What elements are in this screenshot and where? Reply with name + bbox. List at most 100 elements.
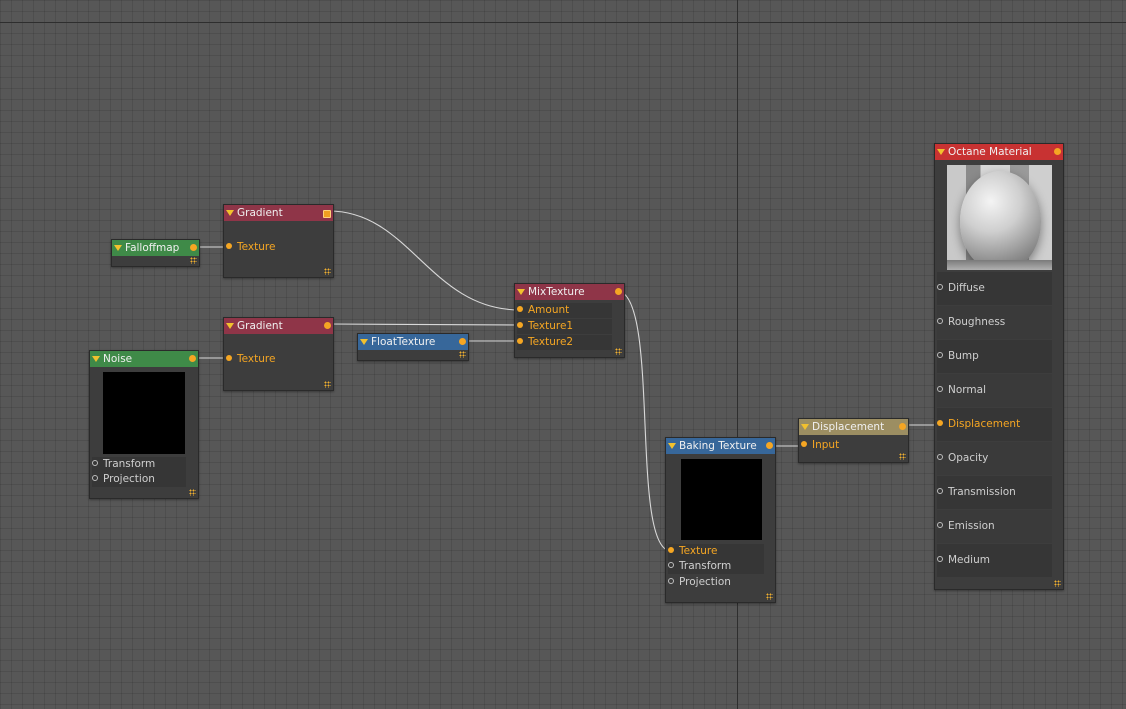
input-port[interactable] (226, 243, 232, 249)
input-port[interactable] (517, 338, 523, 344)
displacement-node[interactable]: Displacement Input (798, 418, 909, 463)
baking-preview (681, 459, 762, 540)
input-port[interactable] (226, 355, 232, 361)
output-port[interactable] (324, 322, 331, 329)
input-port[interactable] (937, 352, 943, 358)
collapse-triangle-icon[interactable] (114, 245, 122, 251)
output-port[interactable] (615, 288, 622, 295)
node-title: Gradient (237, 207, 283, 219)
output-port[interactable] (899, 423, 906, 430)
input-normal[interactable]: Normal (937, 374, 1052, 407)
input-transform[interactable]: Transform (668, 559, 764, 574)
resize-handle-icon[interactable] (1054, 580, 1061, 587)
node-title: Octane Material (948, 146, 1032, 158)
node-header[interactable]: Noise (90, 351, 198, 367)
resize-handle-icon[interactable] (324, 381, 331, 388)
input-texture[interactable]: Texture (668, 544, 764, 559)
input-projection[interactable]: Projection (92, 472, 186, 487)
node-title: FloatTexture (371, 336, 436, 348)
output-port[interactable] (189, 355, 196, 362)
input-port[interactable] (668, 562, 674, 568)
collapse-triangle-icon[interactable] (937, 149, 945, 155)
falloffmap-node[interactable]: Falloffmap (111, 239, 200, 267)
node-title: Falloffmap (125, 242, 180, 254)
node-title: Gradient (237, 320, 283, 332)
input-port[interactable] (517, 306, 523, 312)
input-bump[interactable]: Bump (937, 340, 1052, 373)
wire-gradient1-to-mix-amount (328, 210, 521, 311)
collapse-triangle-icon[interactable] (226, 210, 234, 216)
input-port[interactable] (937, 522, 943, 528)
baking-texture-node[interactable]: Baking Texture Texture Transform Project… (665, 437, 776, 603)
resize-handle-icon[interactable] (189, 489, 196, 496)
input-roughness[interactable]: Roughness (937, 306, 1052, 339)
input-medium[interactable]: Medium (937, 544, 1052, 577)
collapse-triangle-icon[interactable] (226, 323, 234, 329)
node-header[interactable]: Baking Texture (666, 438, 775, 454)
input-transform[interactable]: Transform (92, 457, 186, 472)
input-transmission[interactable]: Transmission (937, 476, 1052, 509)
wire-mix-to-baking-texture (618, 290, 672, 552)
preview-floor (947, 259, 1052, 270)
output-port[interactable] (459, 338, 466, 345)
gradient-node-top[interactable]: Gradient Texture (223, 204, 334, 278)
canvas-horizontal-axis (0, 22, 1126, 23)
input-port[interactable] (937, 420, 943, 426)
input-emission[interactable]: Emission (937, 510, 1052, 543)
node-header[interactable]: Octane Material (935, 144, 1063, 160)
input-port[interactable] (937, 454, 943, 460)
resize-handle-icon[interactable] (190, 257, 197, 264)
input-port[interactable] (801, 441, 807, 447)
input-port[interactable] (937, 386, 943, 392)
input-port[interactable] (668, 578, 674, 584)
input-port[interactable] (937, 318, 943, 324)
wire-gradient2-to-mix-texture1 (328, 323, 521, 326)
collapse-triangle-icon[interactable] (92, 356, 100, 362)
input-texture[interactable]: Texture (226, 240, 275, 255)
collapse-triangle-icon[interactable] (801, 424, 809, 430)
collapse-triangle-icon[interactable] (360, 339, 368, 345)
input-port[interactable] (92, 475, 98, 481)
input-diffuse[interactable]: Diffuse (937, 272, 1052, 305)
node-header[interactable]: Displacement (799, 419, 908, 435)
resize-handle-icon[interactable] (459, 351, 466, 358)
noise-preview (103, 372, 185, 454)
node-title: MixTexture (528, 286, 585, 298)
resize-handle-icon[interactable] (899, 453, 906, 460)
input-texture[interactable]: Texture (226, 352, 275, 367)
output-port[interactable] (190, 244, 197, 251)
input-port[interactable] (668, 547, 674, 553)
input-port[interactable] (937, 284, 943, 290)
node-header[interactable]: Gradient (224, 318, 333, 334)
resize-handle-icon[interactable] (615, 348, 622, 355)
input-projection[interactable]: Projection (668, 575, 764, 590)
input-texture2[interactable]: Texture2 (517, 335, 612, 350)
input-input[interactable]: Input (801, 438, 839, 453)
node-title: Baking Texture (679, 440, 757, 452)
input-port[interactable] (517, 322, 523, 328)
input-port[interactable] (937, 488, 943, 494)
collapse-triangle-icon[interactable] (517, 289, 525, 295)
input-amount[interactable]: Amount (517, 303, 612, 318)
resize-handle-icon[interactable] (324, 268, 331, 275)
node-title: Displacement (812, 421, 885, 433)
mixtexture-node[interactable]: MixTexture Amount Texture1 Texture2 (514, 283, 625, 358)
output-port[interactable] (766, 442, 773, 449)
input-port[interactable] (937, 556, 943, 562)
output-port[interactable] (323, 210, 331, 218)
input-texture1[interactable]: Texture1 (517, 319, 612, 334)
resize-handle-icon[interactable] (766, 593, 773, 600)
octane-material-node[interactable]: Octane Material Diffuse Roughness Bump N… (934, 143, 1064, 590)
input-port[interactable] (92, 460, 98, 466)
input-displacement[interactable]: Displacement (937, 408, 1052, 441)
floattexture-node[interactable]: FloatTexture (357, 333, 469, 361)
node-header[interactable]: Gradient (224, 205, 333, 221)
input-opacity[interactable]: Opacity (937, 442, 1052, 475)
noise-node[interactable]: Noise Transform Projection (89, 350, 199, 499)
node-header[interactable]: Falloffmap (112, 240, 199, 256)
collapse-triangle-icon[interactable] (668, 443, 676, 449)
gradient-node-bottom[interactable]: Gradient Texture (223, 317, 334, 391)
node-header[interactable]: FloatTexture (358, 334, 468, 350)
node-header[interactable]: MixTexture (515, 284, 624, 300)
output-port[interactable] (1054, 148, 1061, 155)
